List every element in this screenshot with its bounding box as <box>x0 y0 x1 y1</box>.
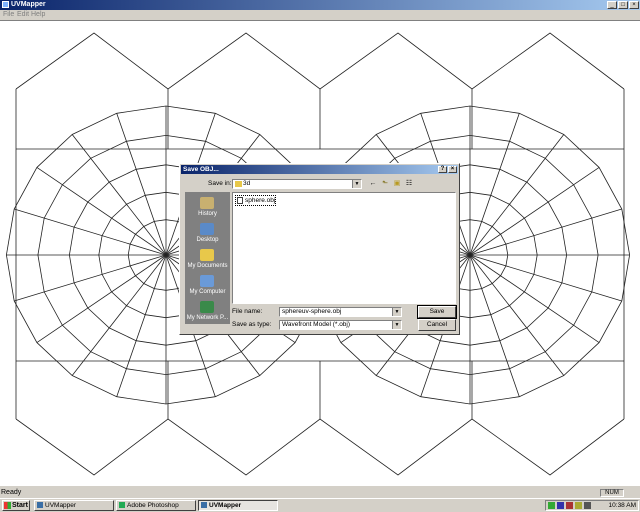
app-icon <box>2 1 9 8</box>
task-label: UVMapper <box>45 502 77 509</box>
num-lock-indicator: NUM <box>600 489 624 497</box>
task-uvmapper-1[interactable]: UVMapper <box>34 500 114 511</box>
place-label: Desktop <box>196 237 219 243</box>
dialog-help-button[interactable]: ? <box>438 166 447 173</box>
wire-spoke <box>71 254 167 376</box>
chevron-down-icon[interactable]: ▼ <box>392 321 401 329</box>
wire-spoke <box>71 134 167 256</box>
wire-spoke <box>116 113 167 256</box>
wire-spoke <box>469 254 520 397</box>
up-folder-icon[interactable]: ⬑ <box>380 179 390 188</box>
file-list[interactable]: sphere.obj <box>232 192 456 304</box>
tray-icon-network[interactable] <box>557 502 564 509</box>
photoshop-task-icon <box>119 502 125 508</box>
uvmapper-task-icon <box>37 502 43 508</box>
wire-spoke <box>14 254 167 302</box>
windows-logo-icon <box>4 502 11 509</box>
task-label: Adobe Photoshop <box>127 502 179 509</box>
system-tray: 10:38 AM <box>545 500 639 511</box>
wire-bottom-border <box>15 418 625 476</box>
place-desktop[interactable]: Desktop <box>185 220 230 246</box>
filename-input[interactable]: sphereuv-sphere.obj ▼ <box>279 307 402 317</box>
menu-edit[interactable]: Edit <box>17 10 29 20</box>
file-name: sphere.obj <box>245 197 276 204</box>
window-titlebar[interactable]: UVMapper _ □ × <box>0 0 640 10</box>
cancel-button[interactable]: Cancel <box>418 319 456 331</box>
save-in-label: Save in: <box>208 180 232 187</box>
tray-icon-monitor[interactable] <box>584 502 591 509</box>
save-in-value: 3d <box>243 180 251 187</box>
wire-spoke <box>116 254 167 397</box>
place-label: My Computer <box>189 289 226 295</box>
place-label: My Documents <box>187 263 228 269</box>
chevron-down-icon[interactable]: ▼ <box>392 308 401 316</box>
menu-bar: File Edit Help <box>0 10 640 20</box>
wire-spoke <box>469 208 622 256</box>
my-computer-icon <box>200 275 214 287</box>
close-button[interactable]: × <box>629 1 639 9</box>
status-text: Ready <box>1 489 22 496</box>
task-photoshop[interactable]: Adobe Photoshop <box>116 500 196 511</box>
file-item[interactable]: sphere.obj <box>235 195 277 206</box>
uvmapper-task-icon <box>201 502 207 508</box>
tray-icon-alert[interactable] <box>566 502 573 509</box>
place-my-documents[interactable]: My Documents <box>185 246 230 272</box>
wire-spoke <box>36 254 167 343</box>
wire-spoke <box>14 208 167 256</box>
dialog-title: Save OBJ... <box>183 166 219 173</box>
minimize-button[interactable]: _ <box>607 1 617 9</box>
my-documents-icon <box>200 249 214 261</box>
filename-label: File name: <box>232 308 263 315</box>
save-obj-dialog: Save OBJ... ? × Save in: 3d ▼ ← ⬑ ▣ ☷ Hi… <box>179 163 460 335</box>
savetype-value: Wavefront Model (*.obj) <box>282 321 351 328</box>
place-history[interactable]: History <box>185 194 230 220</box>
history-icon <box>200 197 214 209</box>
save-button[interactable]: Save <box>417 305 457 319</box>
tray-icon-shield[interactable] <box>548 502 555 509</box>
task-uvmapper-2[interactable]: UVMapper <box>198 500 278 511</box>
wire-spoke <box>469 254 565 376</box>
places-bar: History Desktop My Documents My Computer… <box>185 192 230 324</box>
menu-file[interactable]: File <box>3 10 14 20</box>
window-title: UVMapper <box>11 1 46 8</box>
place-label: My Network P... <box>186 315 229 321</box>
view-menu-icon[interactable]: ☷ <box>404 179 414 188</box>
wire-spoke <box>469 254 622 302</box>
place-label: History <box>198 211 217 217</box>
file-icon <box>237 197 243 204</box>
new-folder-icon[interactable]: ▣ <box>392 179 402 188</box>
status-bar: Ready NUM <box>0 488 640 498</box>
save-in-combo[interactable]: 3d ▼ <box>232 179 362 189</box>
maximize-button[interactable]: □ <box>618 1 628 9</box>
tray-icon-volume[interactable] <box>575 502 582 509</box>
task-label: UVMapper <box>209 502 242 509</box>
desktop-icon <box>200 223 214 235</box>
savetype-label: Save as type: <box>232 321 272 328</box>
folder-icon <box>235 181 242 187</box>
menu-help[interactable]: Help <box>31 10 45 20</box>
dialog-close-button[interactable]: × <box>448 166 457 173</box>
place-my-computer[interactable]: My Computer <box>185 272 230 298</box>
start-label: Start <box>12 502 28 509</box>
wire-spoke <box>469 254 600 343</box>
wire-spoke <box>469 167 600 256</box>
start-button[interactable]: Start <box>2 500 30 511</box>
wire-spoke <box>36 167 167 256</box>
wire-spoke <box>469 113 520 256</box>
taskbar: Start UVMapper Adobe Photoshop UVMapper … <box>0 498 640 512</box>
wire-top-border <box>15 32 625 90</box>
savetype-select[interactable]: Wavefront Model (*.obj) ▼ <box>279 320 402 330</box>
place-my-network[interactable]: My Network P... <box>185 298 230 324</box>
my-network-icon <box>200 301 214 313</box>
chevron-down-icon[interactable]: ▼ <box>352 180 361 188</box>
dialog-titlebar[interactable]: Save OBJ... ? × <box>181 165 458 174</box>
clock[interactable]: 10:38 AM <box>609 501 636 510</box>
filename-value: sphereuv-sphere.obj <box>282 308 342 315</box>
back-arrow-icon[interactable]: ← <box>368 179 378 188</box>
wire-spoke <box>469 134 565 256</box>
